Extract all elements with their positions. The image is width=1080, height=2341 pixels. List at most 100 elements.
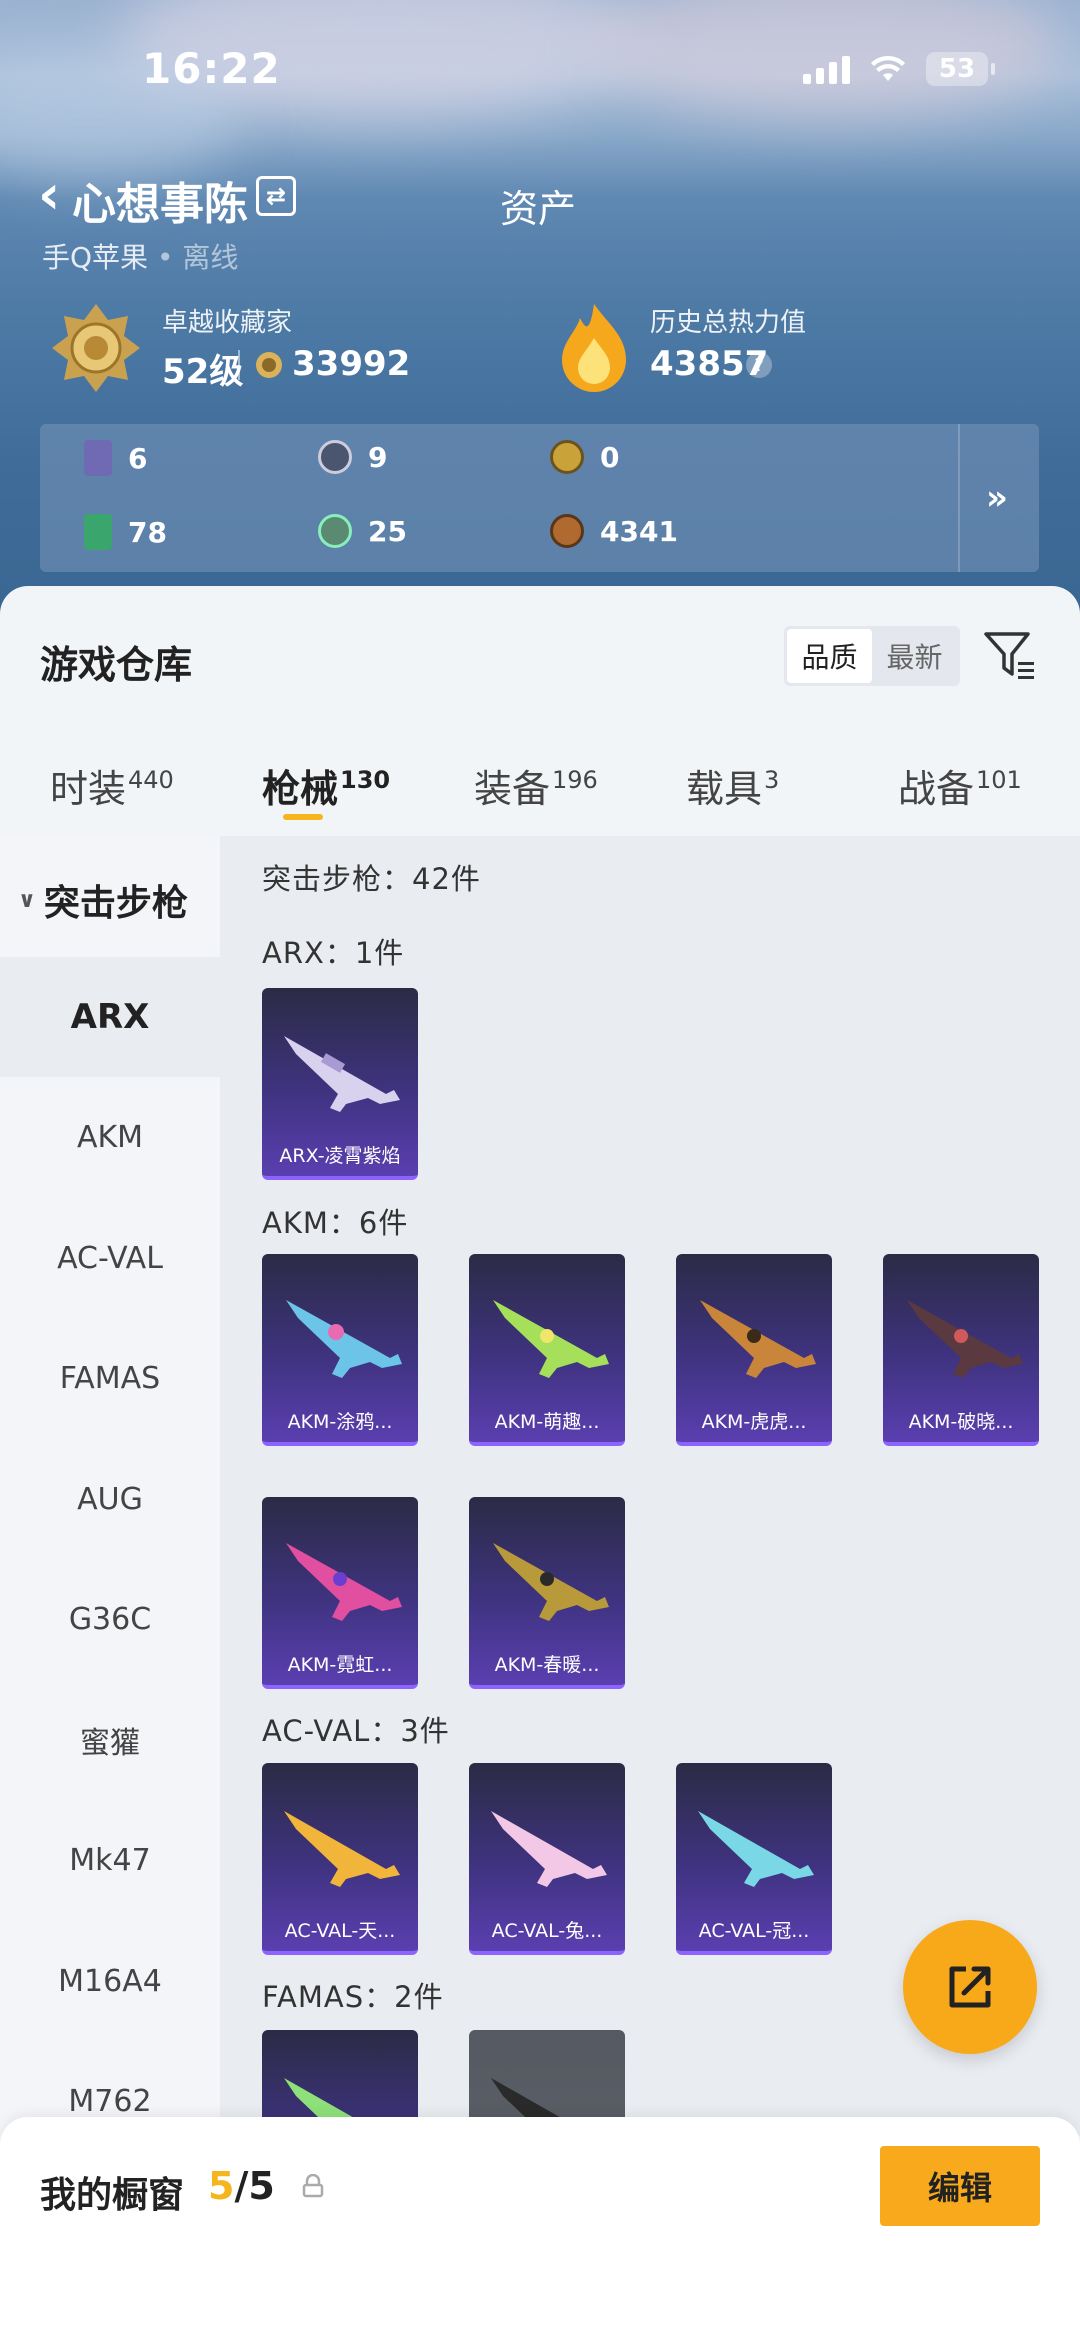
showcase-count: 5/5 xyxy=(208,2164,275,2208)
resource-value: 0 xyxy=(600,440,620,474)
badge-points-icon xyxy=(256,352,282,378)
player-level: 52级 xyxy=(162,352,244,392)
rifle-icon xyxy=(284,1811,400,1887)
category-count: 突击步枪：42件 xyxy=(262,862,481,896)
rifle-icon xyxy=(286,1300,402,1378)
item-name: AKM-涂鸦... xyxy=(287,1411,393,1433)
back-button[interactable]: ‹ xyxy=(38,168,60,222)
item-card[interactable]: AKM-破晓... xyxy=(883,1254,1039,1446)
warehouse-title: 游戏仓库 xyxy=(40,643,193,687)
page-title: 资产 xyxy=(500,187,577,231)
item-name: AKM-虎虎... xyxy=(701,1411,807,1433)
filter-icon[interactable] xyxy=(982,628,1038,684)
tab-outfits[interactable]: 时装440 xyxy=(50,758,174,813)
player-name: 心想事陈 xyxy=(72,179,248,230)
rifle-icon xyxy=(907,1300,1023,1378)
tab-firearms[interactable]: 枪械130 xyxy=(262,758,390,813)
chevron-down-icon: ∨ xyxy=(18,887,36,913)
resource-item: 78 xyxy=(84,514,167,550)
signal-icon xyxy=(803,54,850,84)
item-card[interactable]: AKM-春暖... xyxy=(469,1497,625,1689)
help-icon[interactable]: ? xyxy=(746,352,772,378)
bronze-coin-icon xyxy=(550,514,584,548)
status-icons: 53 xyxy=(803,52,995,86)
collector-title: 卓越收藏家 xyxy=(162,308,293,338)
resource-value: 6 xyxy=(128,441,148,475)
sidebar-item-ac-val[interactable]: AC-VAL xyxy=(0,1198,220,1318)
external-link-icon xyxy=(949,1966,991,2008)
divider xyxy=(958,424,960,572)
item-card[interactable]: AKM-萌趣... xyxy=(469,1254,625,1446)
section-header-famas: FAMAS：2件 xyxy=(262,1980,444,2014)
sidebar-item-m16a4[interactable]: M16A4 xyxy=(0,1921,220,2041)
heat-flame-icon xyxy=(562,304,626,392)
item-card[interactable]: AKM-霓虹... xyxy=(262,1497,418,1689)
tab-gear[interactable]: 战备101 xyxy=(898,758,1022,813)
orb-icon xyxy=(318,514,352,548)
coin-s-icon xyxy=(318,440,352,474)
sidebar-item-akm[interactable]: AKM xyxy=(0,1077,220,1197)
section-header-ac-val: AC-VAL：3件 xyxy=(262,1714,450,1748)
resource-item: 0 xyxy=(550,440,619,474)
sort-newest[interactable]: 最新 xyxy=(872,629,957,683)
divider xyxy=(238,350,240,380)
account-info: 手Q苹果 • 离线 xyxy=(42,241,239,274)
item-name: AC-VAL-冠... xyxy=(698,1920,810,1942)
rifle-icon xyxy=(284,1036,400,1112)
resource-value: 25 xyxy=(368,514,407,548)
item-card[interactable]: AC-VAL-兔... xyxy=(469,1763,625,1955)
tab-equipment[interactable]: 装备196 xyxy=(474,758,598,813)
status-time: 16:22 xyxy=(142,44,281,93)
rifle-icon xyxy=(493,1300,609,1378)
rifle-icon xyxy=(493,1543,609,1621)
sort-toggle: 品质 最新 xyxy=(784,626,960,686)
item-card[interactable]: AKM-涂鸦... xyxy=(262,1254,418,1446)
sidebar-category-header[interactable]: ∨ 突击步枪 xyxy=(18,874,188,926)
item-name: AKM-萌趣... xyxy=(494,1411,600,1433)
item-name: ARX-凌霄紫焰 xyxy=(279,1145,401,1167)
showcase-label: 我的橱窗 xyxy=(40,2175,185,2216)
sidebar-item-famas[interactable]: FAMAS xyxy=(0,1318,220,1438)
sidebar-item-g36c[interactable]: G36C xyxy=(0,1559,220,1679)
battery-icon: 53 xyxy=(926,52,995,86)
resources-panel xyxy=(40,424,1039,572)
resource-item: 9 xyxy=(318,440,387,474)
sidebar-item-arx[interactable]: ARX xyxy=(0,957,220,1077)
item-card[interactable]: AKM-虎虎... xyxy=(676,1254,832,1446)
item-name: AKM-破晓... xyxy=(908,1411,1014,1433)
sidebar-item-aug[interactable]: AUG xyxy=(0,1439,220,1559)
coin-a-icon xyxy=(550,440,584,474)
collector-points: 33992 xyxy=(292,344,411,384)
resource-item: 4341 xyxy=(550,514,678,548)
rifle-icon xyxy=(286,1543,402,1621)
collector-medal-icon xyxy=(52,304,140,392)
lock-icon xyxy=(302,2174,324,2198)
double-chevron-right-icon[interactable]: » xyxy=(986,478,1008,518)
switch-account-icon[interactable]: ⇄ xyxy=(256,176,296,216)
item-card[interactable]: AC-VAL-冠... xyxy=(676,1763,832,1955)
section-header-akm: AKM：6件 xyxy=(262,1206,409,1240)
wifi-icon xyxy=(871,55,905,81)
item-card[interactable]: AC-VAL-天... xyxy=(262,1763,418,1955)
item-name: AC-VAL-兔... xyxy=(491,1920,603,1942)
section-header-arx: ARX：1件 xyxy=(262,936,405,970)
rifle-icon xyxy=(698,1811,814,1887)
item-name: AKM-霓虹... xyxy=(287,1654,393,1676)
tab-vehicles[interactable]: 载具3 xyxy=(686,758,779,813)
item-name: AKM-春暖... xyxy=(494,1654,600,1676)
sidebar-item-honey-badger[interactable]: 蜜獾 xyxy=(0,1680,220,1800)
ticket-icon xyxy=(84,514,112,550)
resource-value: 4341 xyxy=(600,514,678,548)
heat-label: 历史总热力值 xyxy=(650,308,807,338)
card-icon xyxy=(84,440,112,476)
rifle-icon xyxy=(491,1811,607,1887)
resource-item: 6 xyxy=(84,440,147,476)
rifle-icon xyxy=(700,1300,816,1378)
edit-button[interactable]: 编辑 xyxy=(880,2146,1040,2226)
share-button[interactable] xyxy=(903,1920,1037,2054)
presence-label: 离线 xyxy=(182,241,239,274)
active-tab-indicator xyxy=(283,814,323,820)
sidebar-item-mk47[interactable]: Mk47 xyxy=(0,1800,220,1920)
item-card[interactable]: ARX-凌霄紫焰 xyxy=(262,988,418,1180)
sort-quality[interactable]: 品质 xyxy=(787,629,872,683)
